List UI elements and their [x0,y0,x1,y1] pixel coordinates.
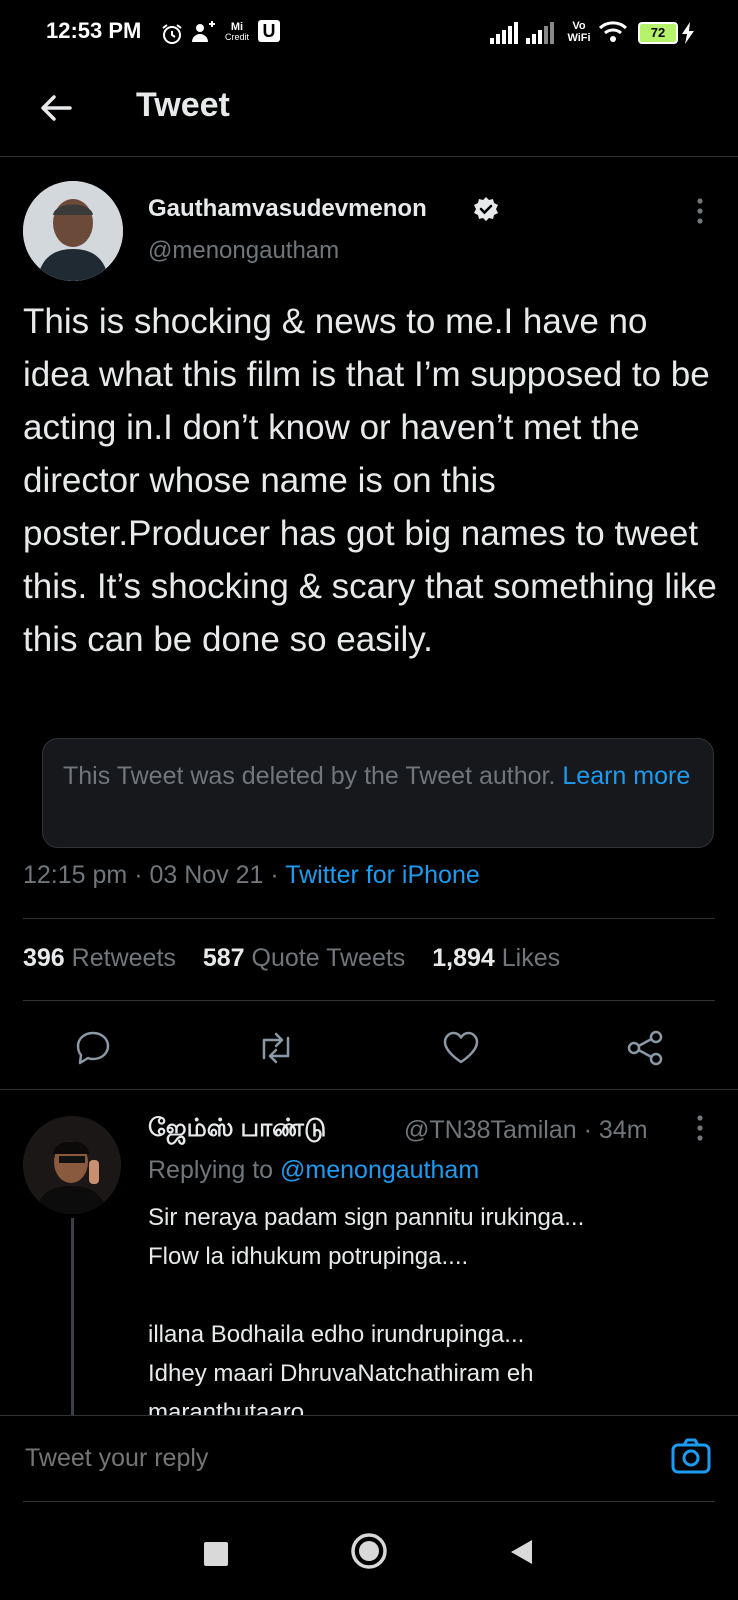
learn-more-link[interactable]: Learn more [562,762,690,790]
tweet-text: This is shocking & news to me.I have no … [23,302,717,659]
system-navigation-bar [0,1502,738,1600]
tweet-date: 03 Nov 21 [149,861,264,889]
camera-icon[interactable] [670,1435,712,1477]
replying-to-link[interactable]: @menongautham [280,1156,479,1184]
retweets-count: 396 [23,944,65,972]
reply-handle-time: @TN38Tamilan · 34m [404,1116,648,1145]
retweets-stat[interactable]: 396 Retweets [23,944,176,972]
likes-stat[interactable]: 1,894 Likes [432,944,560,972]
alarm-icon [162,24,182,44]
replying-to-line: Replying to @menongautham [148,1156,479,1185]
tweet-source-link[interactable]: Twitter for iPhone [285,861,480,889]
page-title: Tweet [136,86,230,124]
author-display-name[interactable]: Gauthamvasudevmenon [148,195,427,223]
divider [23,918,715,919]
more-options-icon[interactable] [685,196,715,226]
reply-author-avatar[interactable] [23,1116,121,1214]
reply-input[interactable] [23,1443,627,1474]
reply-display-name[interactable]: ஜேம்ஸ் பாண்டு [148,1114,326,1146]
share-icon[interactable] [625,1028,665,1068]
likes-label: Likes [501,944,561,972]
quote-tweets-stat[interactable]: 587 Quote Tweets [203,944,405,972]
deleted-quote-notice: This Tweet was deleted by the Tweet auth… [42,738,714,848]
battery-level: 72 [650,25,666,40]
vowifi-icon: Vo WiFi [567,20,591,44]
status-time: 12:53 PM [46,18,142,43]
charging-icon [682,22,694,44]
replying-to-label: Replying to [148,1156,274,1184]
back-button[interactable] [508,1538,534,1566]
engagement-stats: 396 Retweets 587 Quote Tweets 1,894 Like… [23,944,560,973]
thread-connector-line [71,1218,74,1418]
top-app-bar: Tweet [0,66,738,157]
signal-icon [526,22,554,44]
recent-apps-button[interactable] [204,1542,228,1566]
status-bar: 12:53 PM Mi Credit U Vo WiFi 72 [0,0,738,66]
reply-time: 34m [598,1116,648,1144]
signal-icon [490,22,518,44]
quote-tweets-count: 587 [202,944,245,972]
author-avatar[interactable] [23,181,123,281]
u-app-icon: U [258,20,280,42]
meta-separator: · [134,861,150,889]
like-heart-icon[interactable] [441,1028,481,1068]
more-options-icon[interactable] [685,1113,715,1143]
retweets-label: Retweets [71,944,176,972]
quote-tweets-label: Quote Tweets [251,944,406,972]
verified-badge-icon [474,197,498,221]
person-add-icon [192,21,215,42]
reply-icon[interactable] [73,1028,113,1068]
author-handle[interactable]: @menongautham [148,237,339,265]
tweet-metadata: 12:15 pm · 03 Nov 21 · Twitter for iPhon… [23,861,480,890]
wifi-icon [598,21,628,42]
retweet-icon[interactable] [256,1028,296,1068]
meta-separator: · [270,861,286,889]
meta-separator: · [583,1116,599,1144]
reply-handle[interactable]: @TN38Tamilan [404,1116,577,1144]
quote-notice-text: This Tweet was deleted by the Tweet auth… [63,762,556,790]
divider [0,1089,738,1090]
reply-text: Sir neraya padam sign pannitu irukinga..… [148,1204,585,1426]
mi-credit-label: Credit [224,32,249,42]
divider [23,1000,715,1001]
reply-composer [0,1415,738,1502]
battery-icon: 72 [638,22,678,44]
back-arrow-icon[interactable] [36,88,76,128]
likes-count: 1,894 [432,944,495,972]
tweet-time: 12:15 pm [23,861,128,889]
home-button[interactable] [350,1532,388,1570]
mi-credit-icon: Mi Credit [224,21,249,43]
